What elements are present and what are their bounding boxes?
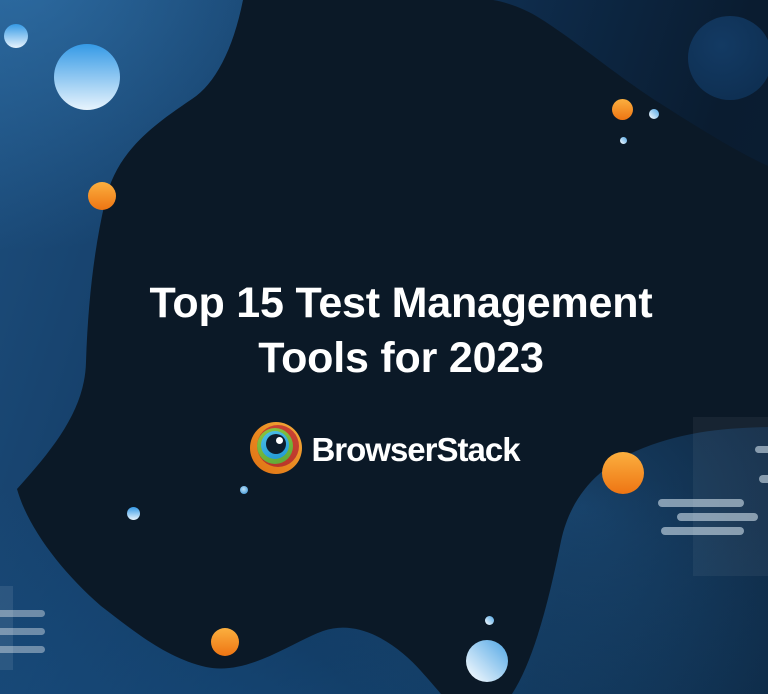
page-title: Top 15 Test Management Tools for 2023 — [17, 276, 768, 386]
browserstack-eye-icon — [250, 422, 303, 474]
decor-line-right-stub-2 — [759, 475, 768, 483]
decor-line-bottom-left-2 — [0, 628, 45, 635]
blue-circle-top-left — [54, 44, 120, 110]
logo-pupil — [265, 433, 286, 454]
blue-dot-top-right-a — [649, 109, 659, 119]
decor-line-bottom-left-1 — [0, 610, 45, 617]
logo-glint — [275, 436, 283, 444]
brand-name: BrowserStack — [311, 430, 520, 468]
decor-line-right-1 — [658, 499, 744, 507]
orange-circle-left — [88, 182, 116, 210]
title-line-2: Tools for 2023 — [258, 334, 544, 382]
decor-line-right-2 — [677, 513, 758, 521]
title-line-1: Top 15 Test Management — [149, 279, 653, 327]
white-circle-bottom — [466, 640, 508, 682]
orange-circle-bottom — [211, 628, 239, 656]
decor-line-right-3 — [661, 527, 744, 535]
blue-dot-top-left — [4, 24, 28, 48]
blue-dot-middle-left — [127, 507, 140, 520]
blue-dot-center — [240, 486, 248, 494]
navy-circle-top-right — [688, 16, 768, 100]
orange-circle-top-right — [612, 99, 633, 120]
decor-line-bottom-left-3 — [0, 646, 45, 653]
brand-row: BrowserStack — [1, 422, 768, 474]
blue-dot-bottom-right — [485, 616, 494, 625]
blue-dot-top-right-b — [620, 137, 627, 144]
